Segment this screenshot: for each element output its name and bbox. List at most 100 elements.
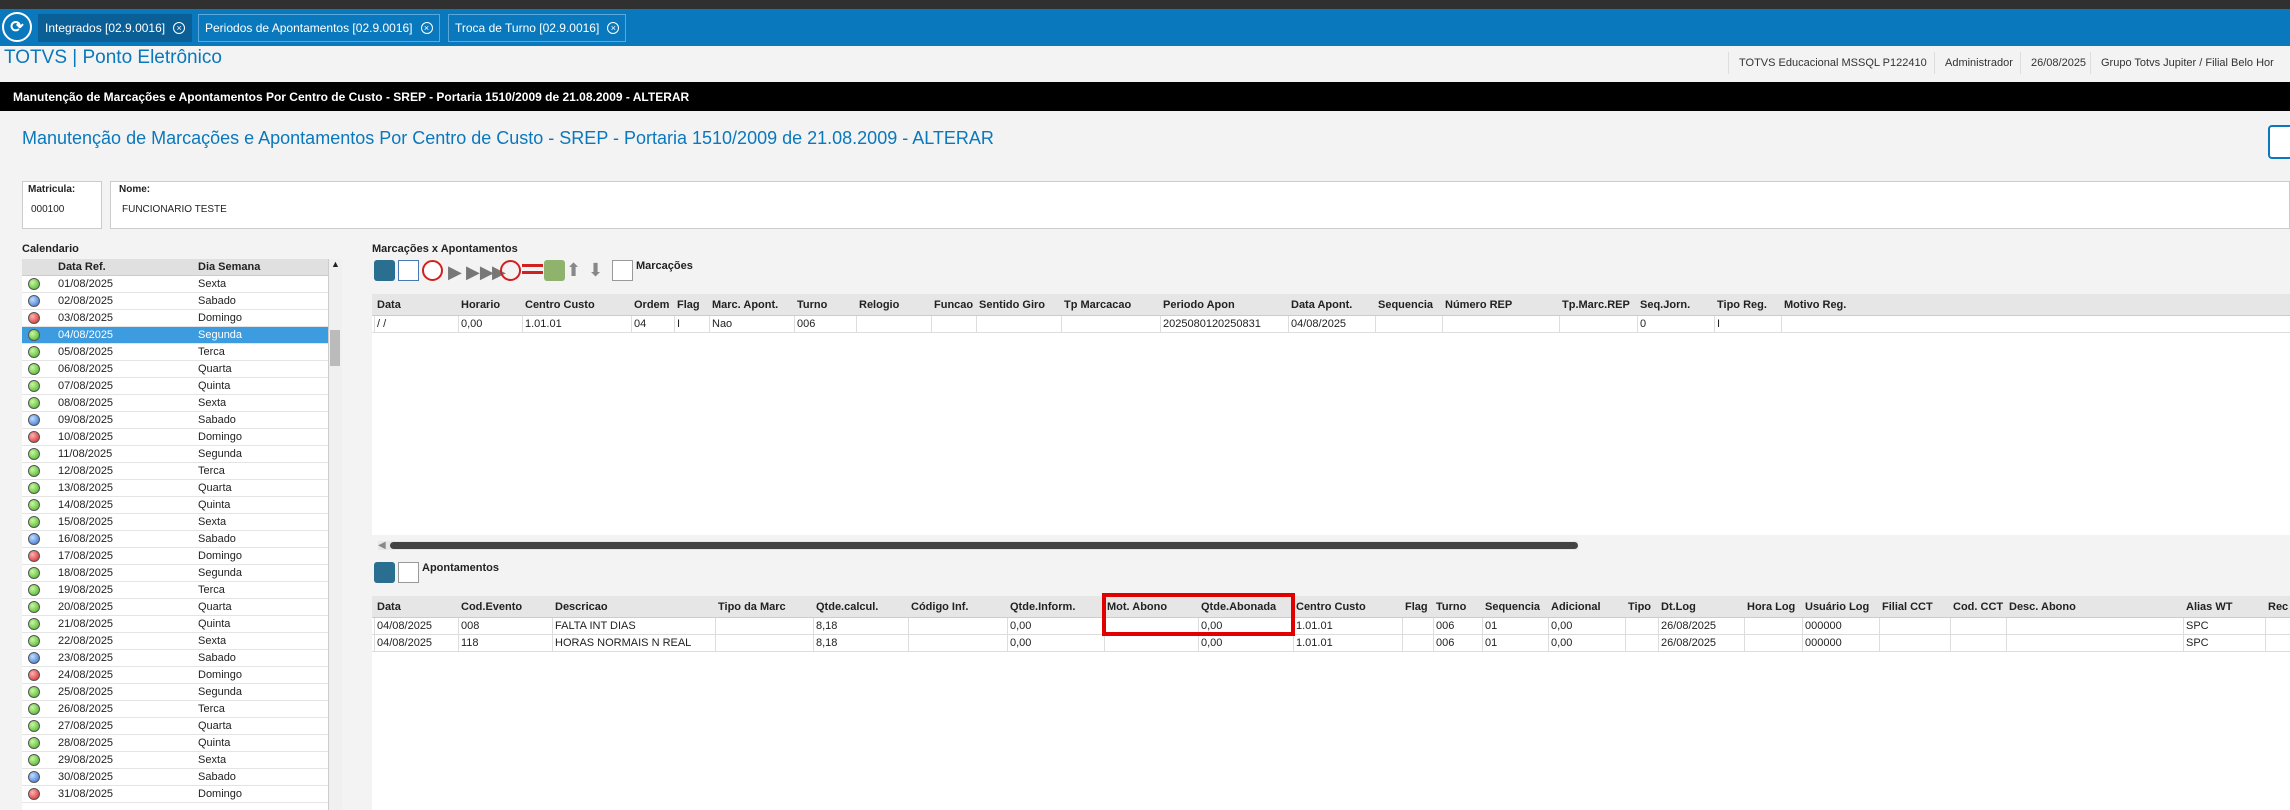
table-cell[interactable]: 0,00 — [1010, 637, 1031, 649]
calendar-row[interactable]: 26/08/2025 Terca — [22, 701, 342, 718]
col-header[interactable]: Motivo Reg. — [1784, 299, 1846, 311]
col-header[interactable]: Hora Log — [1747, 601, 1795, 613]
table-cell[interactable]: 118 — [461, 637, 479, 649]
col-header[interactable]: Ordem — [634, 299, 669, 311]
table-cell[interactable]: 006 — [1436, 620, 1454, 632]
tab-integrados[interactable]: Integrados [02.9.0016] × — [38, 14, 193, 42]
table-cell[interactable]: / / — [377, 318, 386, 330]
table-cell[interactable]: I — [677, 318, 680, 330]
table-cell[interactable]: 01 — [1485, 637, 1497, 649]
col-header[interactable]: Número REP — [1445, 299, 1512, 311]
table-cell[interactable]: 000000 — [1805, 620, 1842, 632]
col-header[interactable]: Tipo — [1628, 601, 1651, 613]
col-header[interactable]: Flag — [677, 299, 700, 311]
col-header-day[interactable]: Dia Semana — [198, 261, 260, 273]
table-cell[interactable]: 000000 — [1805, 637, 1842, 649]
calendar-grid[interactable]: Data Ref. Dia Semana 01/08/2025 Sexta 02/0… — [22, 259, 342, 810]
table-cell[interactable]: 01 — [1485, 620, 1497, 632]
col-header[interactable]: Seq.Jorn. — [1640, 299, 1690, 311]
col-header[interactable]: Data Apont. — [1291, 299, 1352, 311]
table-cell[interactable]: 0 — [1640, 318, 1646, 330]
table-cell[interactable]: 006 — [1436, 637, 1454, 649]
calendar-icon[interactable] — [398, 260, 419, 281]
marcacoes-scroll-thumb[interactable] — [390, 542, 1578, 549]
table-row[interactable]: 04/08/2025 008 FALTA INT DIAS 8,18 0,00 0,00 1… — [372, 618, 2290, 635]
edit-icon[interactable] — [374, 562, 395, 583]
calendar-row[interactable]: 01/08/2025 Sexta — [22, 276, 342, 293]
close-icon[interactable]: × — [607, 22, 620, 34]
col-header[interactable]: Marc. Apont. — [712, 299, 778, 311]
marcacoes-grid[interactable]: Data Horario Centro Custo Ordem Flag Marc. Ap… — [372, 294, 2290, 535]
col-header[interactable]: Alias WT — [2186, 601, 2232, 613]
table-cell[interactable]: 0,00 — [1551, 637, 1572, 649]
calendar-row[interactable]: 11/08/2025 Segunda — [22, 446, 342, 463]
calendar-row[interactable]: 27/08/2025 Quarta — [22, 718, 342, 735]
col-header[interactable]: Centro Custo — [525, 299, 595, 311]
table-cell[interactable]: 8,18 — [816, 637, 837, 649]
undo-icon[interactable] — [500, 260, 521, 281]
col-header[interactable]: Relogio — [859, 299, 899, 311]
clock-icon[interactable] — [422, 260, 443, 281]
calendar-row[interactable]: 07/08/2025 Quinta — [22, 378, 342, 395]
calendar-row[interactable]: 09/08/2025 Sabado — [22, 412, 342, 429]
calendar-row[interactable]: 08/08/2025 Sexta — [22, 395, 342, 412]
nome-field[interactable]: Nome: FUNCIONARIO TESTE — [110, 181, 2290, 229]
col-header[interactable]: Sequencia — [1485, 601, 1540, 613]
table-cell[interactable]: 04/08/2025 — [1291, 318, 1346, 330]
calendar-row[interactable]: 14/08/2025 Quinta — [22, 497, 342, 514]
calendar-row[interactable]: 02/08/2025 Sabado — [22, 293, 342, 310]
action-button[interactable] — [2268, 125, 2290, 159]
col-header[interactable]: Tp Marcacao — [1064, 299, 1131, 311]
equals-icon[interactable] — [522, 264, 543, 274]
table-cell[interactable]: 1.01.01 — [1296, 637, 1333, 649]
arrow-down-icon[interactable]: ⬇ — [588, 260, 609, 281]
user-info[interactable]: Administrador — [1934, 52, 2023, 74]
col-header[interactable]: Centro Custo — [1296, 601, 1366, 613]
table-cell[interactable]: 04/08/2025 — [377, 620, 432, 632]
table-cell[interactable]: 04/08/2025 — [377, 637, 432, 649]
calendar-row[interactable]: 13/08/2025 Quarta — [22, 480, 342, 497]
calendar-row[interactable]: 28/08/2025 Quinta — [22, 735, 342, 752]
col-header[interactable]: Desc. Abono — [2009, 601, 2076, 613]
col-header[interactable]: Periodo Apon — [1163, 299, 1235, 311]
col-header[interactable]: Código Inf. — [911, 601, 968, 613]
calendar-row[interactable]: 12/08/2025 Terca — [22, 463, 342, 480]
matricula-field[interactable]: Matricula: 000100 — [22, 181, 102, 229]
col-header[interactable]: Tipo Reg. — [1717, 299, 1767, 311]
note-icon[interactable] — [398, 562, 419, 583]
col-header[interactable]: Tipo da Marc — [718, 601, 786, 613]
table-cell[interactable]: 0,00 — [1201, 637, 1222, 649]
calendar-row[interactable]: 06/08/2025 Quarta — [22, 361, 342, 378]
table-cell[interactable]: 04 — [634, 318, 646, 330]
calendar-row[interactable]: 23/08/2025 Sabado — [22, 650, 342, 667]
table-cell[interactable]: 8,18 — [816, 620, 837, 632]
calendar-row[interactable]: 30/08/2025 Sabado — [22, 769, 342, 786]
calendar-row[interactable]: 31/08/2025 Domingo — [22, 786, 342, 803]
col-header[interactable]: Usuário Log — [1805, 601, 1869, 613]
table-cell[interactable]: 008 — [461, 620, 479, 632]
table-cell[interactable]: 0,00 — [461, 318, 482, 330]
col-header[interactable]: Sentido Giro — [979, 299, 1045, 311]
calendar-row[interactable]: 20/08/2025 Quarta — [22, 599, 342, 616]
col-header[interactable]: Cod. CCT — [1953, 601, 2003, 613]
table-row[interactable]: / / 0,00 1.01.01 04 I Nao 006 2025080120250831 0… — [372, 316, 2290, 333]
company-info[interactable]: Grupo Totvs Jupiter / Filial Belo Hor — [2090, 52, 2284, 74]
tab-troca-turno[interactable]: Troca de Turno [02.9.0016] × — [448, 14, 627, 42]
close-icon[interactable]: × — [420, 22, 433, 34]
scroll-up-icon[interactable]: ▲ — [329, 259, 342, 269]
col-header-date[interactable]: Data Ref. — [58, 261, 106, 273]
table-cell[interactable]: HORAS NORMAIS N REAL — [555, 637, 691, 649]
table-cell[interactable]: 006 — [797, 318, 815, 330]
table-cell[interactable]: SPC — [2186, 620, 2209, 632]
col-header[interactable]: Turno — [1436, 601, 1466, 613]
apontamentos-grid[interactable]: Data Cod.Evento Descricao Tipo da Marc Qtde.… — [372, 596, 2290, 810]
calendar-row[interactable]: 04/08/2025 Segunda — [22, 327, 342, 344]
scroll-left-icon[interactable]: ◀ — [378, 540, 386, 551]
col-header[interactable]: Sequencia — [1378, 299, 1433, 311]
table-cell[interactable]: 26/08/2025 — [1661, 620, 1716, 632]
col-header[interactable]: Dt.Log — [1661, 601, 1696, 613]
edit-icon[interactable] — [374, 260, 395, 281]
table-cell[interactable]: Nao — [712, 318, 732, 330]
col-header[interactable]: Descricao — [555, 601, 608, 613]
col-header[interactable]: Turno — [797, 299, 827, 311]
